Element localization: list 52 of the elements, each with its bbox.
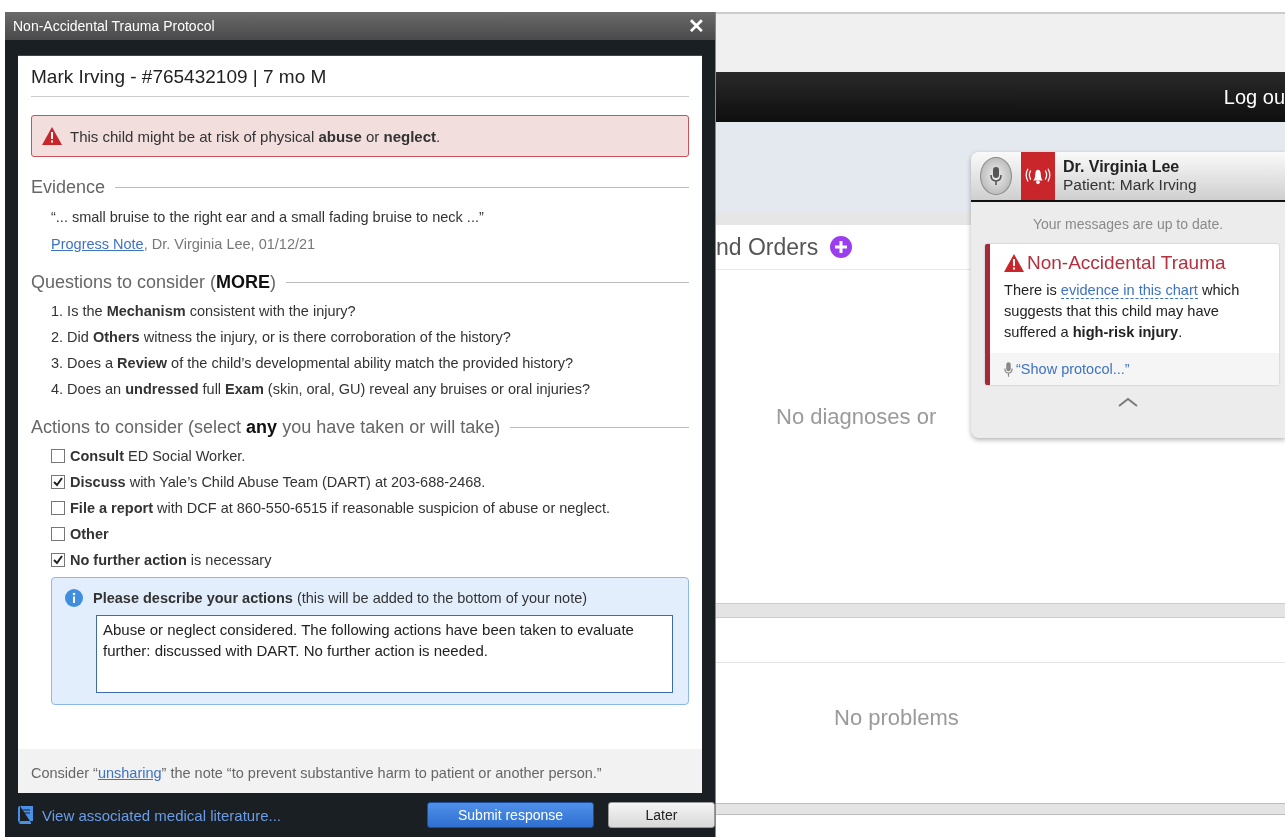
warning-icon <box>42 127 62 145</box>
action-label: Other <box>70 526 109 542</box>
info-icon <box>65 589 83 607</box>
evidence-source: Progress Note, Dr. Virginia Lee, 01/12/21 <box>51 236 317 252</box>
section-heading: Actions to consider (select any you have taken or will take) <box>31 417 501 438</box>
describe-prompt: Please describe your actions (this will be added to the bottom of your note) <box>93 590 588 606</box>
warning-icon <box>1004 254 1024 272</box>
literature-link[interactable]: View associated medical literature... <box>17 806 281 824</box>
book-icon <box>17 806 33 824</box>
orders-heading: nd Orders <box>716 233 819 261</box>
question-item: 2. Did Others witness the injury, or is there corroboration of the history? <box>51 329 512 345</box>
voice-command[interactable]: “Show protocol...” <box>1016 361 1130 377</box>
checkbox[interactable] <box>51 449 65 463</box>
add-icon[interactable] <box>830 236 853 258</box>
question-item: 4. Does an undressed full Exam (skin, oral, GU) reveal any bruises or oral injuries? <box>51 381 592 397</box>
action-label: File a report with DCF at 860-550-6515 if reasonable suspicion of abuse or neglect. <box>70 500 611 516</box>
submit-button[interactable]: Submit response <box>427 802 594 828</box>
patient-name: Patient: Mark Irving <box>1063 176 1197 194</box>
section-heading: Questions to consider (MORE) <box>31 272 277 293</box>
sharing-note: Consider “unsharing” the note “to prevent substantive harm to patient or another person.” <box>18 749 702 793</box>
progress-note-link[interactable]: Progress Note <box>51 236 144 252</box>
checkbox[interactable] <box>51 475 65 489</box>
later-button[interactable]: Later <box>608 802 715 828</box>
checkbox[interactable] <box>51 553 65 567</box>
microphone-icon <box>980 157 1012 195</box>
doctor-name: Dr. Virginia Lee <box>1063 158 1181 176</box>
question-item: 3. Does a Review of the child’s developmental ability match the provided history? <box>51 355 575 371</box>
empty-message: No problems <box>834 705 959 731</box>
bell-icon <box>1024 166 1052 186</box>
alarm-button[interactable] <box>1021 152 1055 200</box>
dialog-title: Non-Accidental Trauma Protocol <box>13 18 215 34</box>
action-label: Consult ED Social Worker. <box>70 448 246 464</box>
evidence-link[interactable]: evidence in this chart <box>1060 282 1198 299</box>
section-heading: Evidence <box>31 177 106 198</box>
patient-header: Mark Irving - #765432109 | 7 mo M <box>31 66 689 97</box>
action-label: Discuss with Yale’s Child Abuse Team (DART) at 203-688-2468. <box>70 474 486 490</box>
question-item: 1. Is the Mechanism consistent with the injury? <box>51 303 357 319</box>
unsharing-link[interactable]: unsharing <box>97 765 162 781</box>
close-button[interactable]: ✕ <box>686 16 707 36</box>
alert-title: Non-Accidental Trauma <box>1027 252 1226 274</box>
message-status: Your messages are up to date. <box>1032 216 1224 232</box>
collapse-icon[interactable] <box>1118 397 1138 407</box>
action-label: No further action is necessary <box>70 552 272 568</box>
microphone-icon <box>1004 361 1013 377</box>
empty-message: No diagnoses or <box>776 403 937 430</box>
actions-textarea[interactable]: Abuse or neglect considered. The following actions have been taken to evaluate further: discussed with DART. No further action is needed. <box>96 615 673 693</box>
checkbox[interactable] <box>51 501 65 515</box>
checkbox[interactable] <box>51 527 65 541</box>
alert-message: There is evidence in this chart which suggests that this child may have suffered a high-risk injury. <box>1004 281 1241 342</box>
logout-link[interactable]: Log ou <box>1223 85 1285 109</box>
alert-text: This child might be at risk of physical abuse or neglect. <box>70 127 441 145</box>
evidence-quote: “... small bruise to the right ear and a small fading bruise to neck ...” <box>51 209 485 225</box>
